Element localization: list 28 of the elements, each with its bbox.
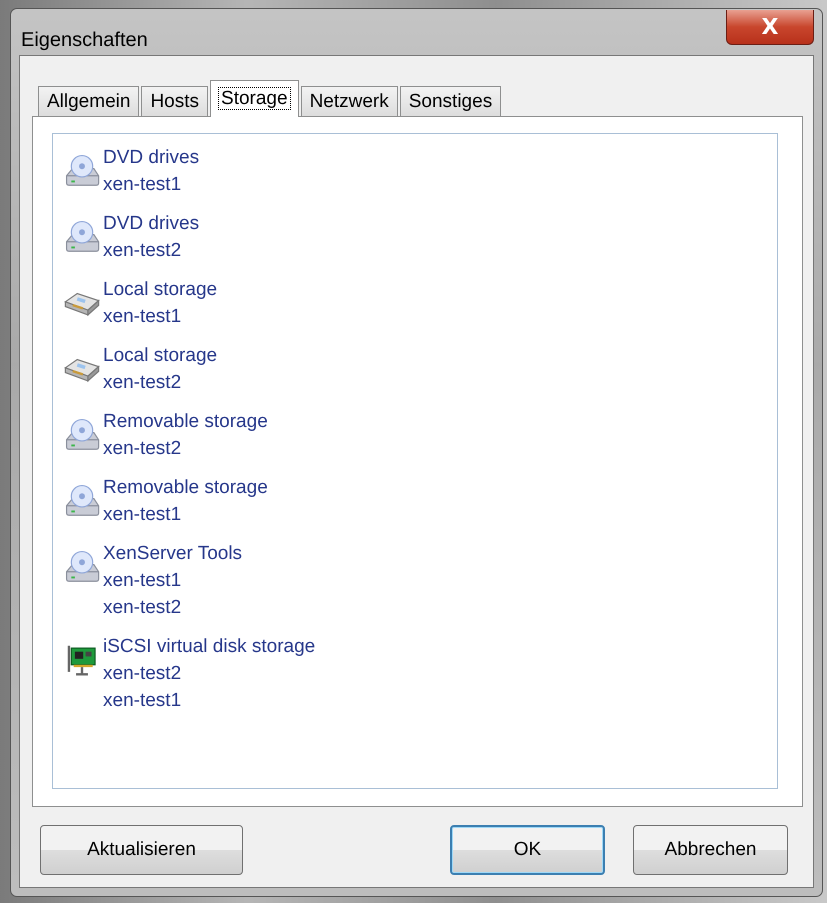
tab[interactable]: Netzwerk xyxy=(300,86,398,116)
storage-name: Local storage xyxy=(103,278,218,302)
host-name: xen-test2 xyxy=(103,662,182,686)
dialog-button[interactable]: OK xyxy=(450,825,605,875)
dialog-button[interactable]: Aktualisieren xyxy=(40,825,243,875)
tab[interactable]: Allgemein xyxy=(38,86,140,116)
host-name: xen-test1 xyxy=(103,503,182,527)
host-name: xen-test1 xyxy=(103,689,182,713)
storage-name: XenServer Tools xyxy=(103,542,242,566)
host-name: xen-test2 xyxy=(103,239,182,263)
host-name: xen-test1 xyxy=(103,173,182,197)
host-name: xen-test1 xyxy=(103,305,182,329)
window-title: Eigenschaften xyxy=(21,29,148,52)
storage-name: DVD drives xyxy=(103,146,200,170)
storage-name: Removable storage xyxy=(103,476,268,500)
host-name: xen-test2 xyxy=(103,596,182,620)
storage-name: DVD drives xyxy=(103,212,200,236)
host-name: xen-test1 xyxy=(103,569,182,593)
storage-name: iSCSI virtual disk storage xyxy=(103,635,316,659)
host-name: xen-test2 xyxy=(103,437,182,461)
storage-name: Removable storage xyxy=(103,410,268,434)
tab[interactable]: Hosts xyxy=(141,86,208,116)
tab[interactable]: Storage xyxy=(210,80,299,117)
dialog-button[interactable]: Abbrechen xyxy=(633,825,788,875)
storage-name: Local storage xyxy=(103,344,218,368)
host-name: xen-test2 xyxy=(103,371,182,395)
close-button[interactable]: X xyxy=(726,10,814,45)
tab[interactable]: Sonstiges xyxy=(400,86,502,116)
